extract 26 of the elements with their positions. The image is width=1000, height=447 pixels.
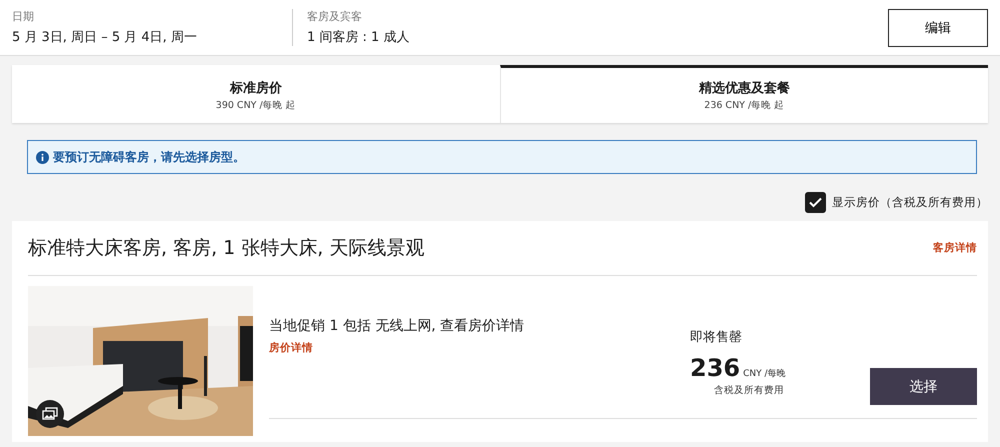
select-button[interactable]: 选择	[870, 368, 977, 405]
checkmark-icon	[809, 197, 822, 208]
tax-note: 含税及所有费用	[714, 384, 784, 397]
room-title: 标准特大床客房, 客房, 1 张特大床, 天际线景观	[28, 236, 424, 261]
availability-text: 即将售罄	[690, 329, 742, 346]
gallery-icon	[42, 407, 58, 421]
checkbox-label: 显示房价（含税及所有费用）	[832, 195, 988, 210]
dates-value: 5 月 3日, 周日 – 5 月 4日, 周一	[12, 29, 198, 46]
price-unit: CNY /每晚	[743, 368, 786, 380]
guests-value: 1 间客房 : 1 成人	[307, 29, 410, 46]
rate-tab[interactable]: 标准房价 390 CNY /每晚 起	[12, 65, 500, 123]
price-amount: 236	[690, 354, 740, 382]
guests-label: 客房及宾客	[307, 9, 363, 24]
rate-name: 当地促销 1 包括 无线上网, 查看房价详情	[269, 317, 524, 335]
info-icon	[36, 150, 49, 164]
edit-button[interactable]: 编辑	[888, 8, 988, 46]
tab-title: 标准房价	[230, 80, 282, 97]
show-price-checkbox[interactable]	[805, 192, 826, 213]
tab-title: 精选优惠及套餐	[698, 80, 790, 97]
room-details-link[interactable]: 客房详情	[933, 241, 977, 255]
tab-price: 390 CNY /每晚 起	[216, 99, 296, 112]
rate-tab[interactable]: 精选优惠及套餐 236 CNY /每晚 起	[500, 65, 988, 123]
tab-price: 236 CNY /每晚 起	[704, 99, 784, 112]
dates-label: 日期	[12, 9, 35, 24]
banner-text: 要预订无障碍客房，请先选择房型。	[53, 148, 245, 166]
rate-details-link[interactable]: 房价详情	[269, 341, 313, 355]
